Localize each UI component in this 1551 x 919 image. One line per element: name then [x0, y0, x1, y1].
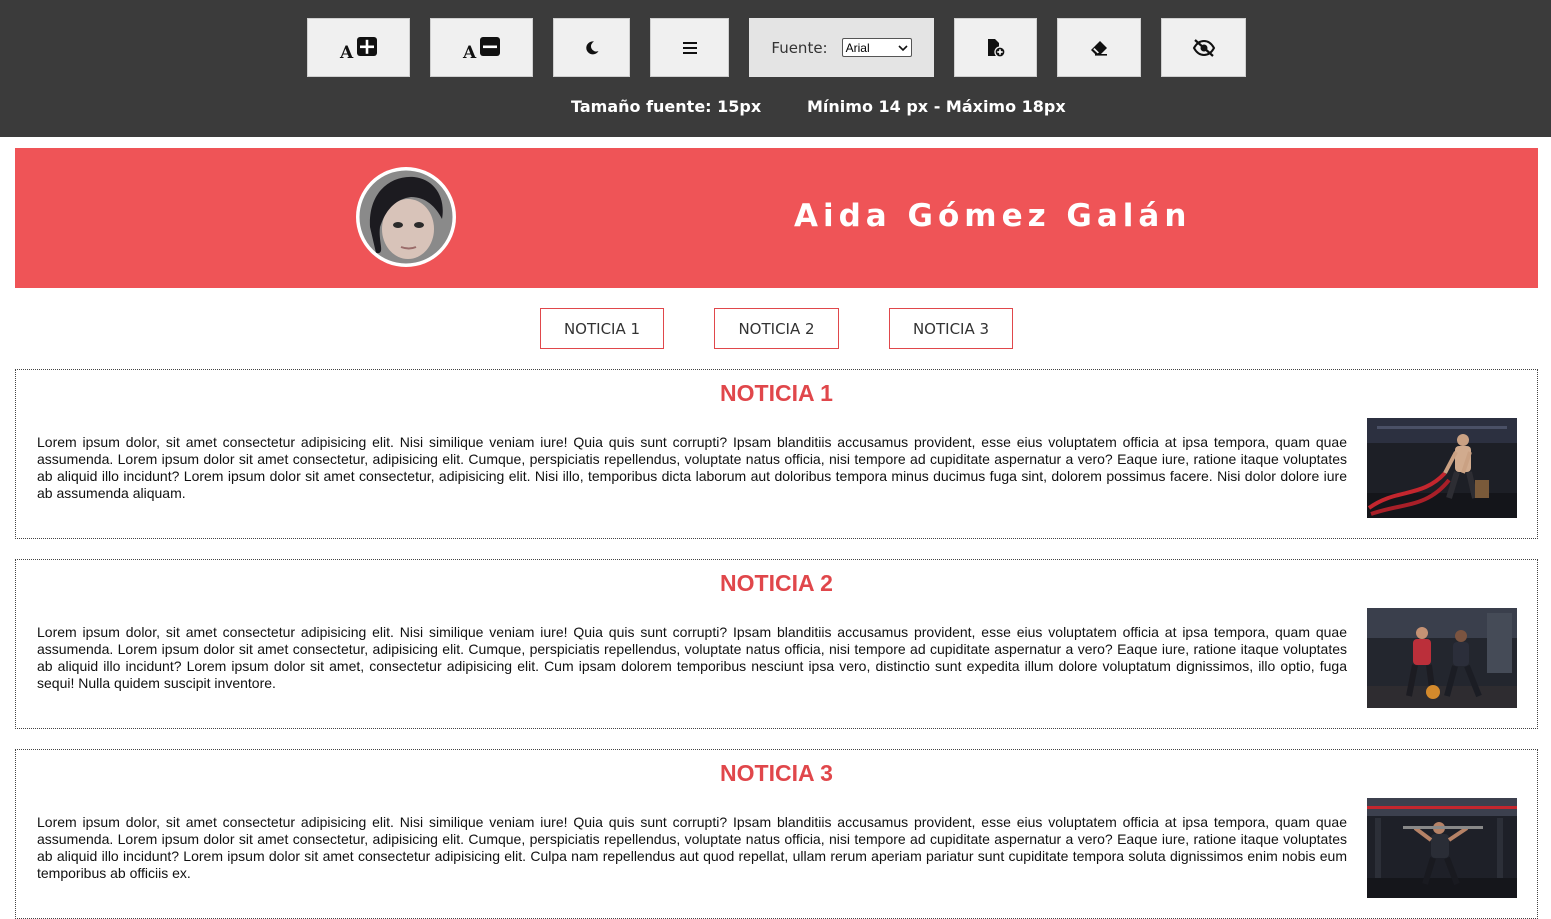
font-size-text: Tamaño fuente: 15px — [571, 97, 762, 116]
add-page-button[interactable] — [954, 18, 1037, 77]
nav-button-noticia-1[interactable]: NOTICIA 1 — [540, 308, 664, 349]
news-article-2: NOTICIA 2 Lorem ipsum dolor, sit amet co… — [15, 559, 1538, 729]
news-text: Lorem ipsum dolor, sit amet consectetur … — [37, 624, 1347, 691]
profile-banner: Aida Gómez Galán — [15, 148, 1538, 288]
news-image-kettlebell — [1367, 608, 1517, 708]
dark-mode-button[interactable] — [553, 18, 630, 77]
news-title: NOTICIA 1 — [720, 380, 833, 406]
font-selector-group: Fuente: Arial — [749, 18, 934, 77]
add-page-icon — [987, 38, 1006, 58]
eraser-icon — [1091, 40, 1107, 56]
line-spacing-button[interactable] — [650, 18, 729, 77]
decrease-font-icon: A — [462, 36, 500, 60]
hide-button[interactable] — [1161, 18, 1246, 77]
svg-text:A: A — [339, 43, 354, 60]
news-text: Lorem ipsum dolor, sit amet consectetur … — [37, 434, 1347, 501]
eraser-button[interactable] — [1057, 18, 1141, 77]
increase-font-button[interactable]: A — [307, 18, 410, 77]
news-image-weightlifting — [1367, 798, 1517, 898]
nav-button-noticia-2[interactable]: NOTICIA 2 — [714, 308, 839, 349]
avatar-portrait — [356, 167, 456, 267]
news-title: NOTICIA 3 — [720, 760, 833, 786]
nav-button-noticia-3[interactable]: NOTICIA 3 — [889, 308, 1013, 349]
news-text: Lorem ipsum dolor, sit amet consectetur … — [37, 814, 1347, 881]
dark-mode-icon — [585, 40, 598, 54]
chevron-down-icon — [898, 44, 908, 51]
decrease-font-button[interactable]: A — [430, 18, 533, 77]
increase-font-icon: A — [339, 36, 377, 60]
news-image-battle-ropes — [1367, 418, 1517, 518]
font-select-value: Arial — [845, 40, 870, 55]
font-range-text: Mínimo 14 px - Máximo 18px — [807, 97, 1066, 116]
avatar — [356, 167, 456, 267]
font-label: Fuente: — [771, 38, 828, 57]
news-article-3: NOTICIA 3 Lorem ipsum dolor, sit amet co… — [15, 749, 1538, 919]
hide-icon — [1192, 38, 1215, 57]
news-title: NOTICIA 2 — [720, 570, 833, 596]
svg-text:A: A — [462, 43, 477, 60]
accessibility-toolbar: A A Fuente: Arial Tamaño fuente: 15px Mí… — [0, 0, 1551, 137]
news-article-1: NOTICIA 1 Lorem ipsum dolor, sit amet co… — [15, 369, 1538, 539]
font-select[interactable]: Arial — [841, 38, 912, 57]
line-spacing-icon — [682, 41, 697, 54]
profile-name: Aida Gómez Galán — [794, 198, 1192, 234]
